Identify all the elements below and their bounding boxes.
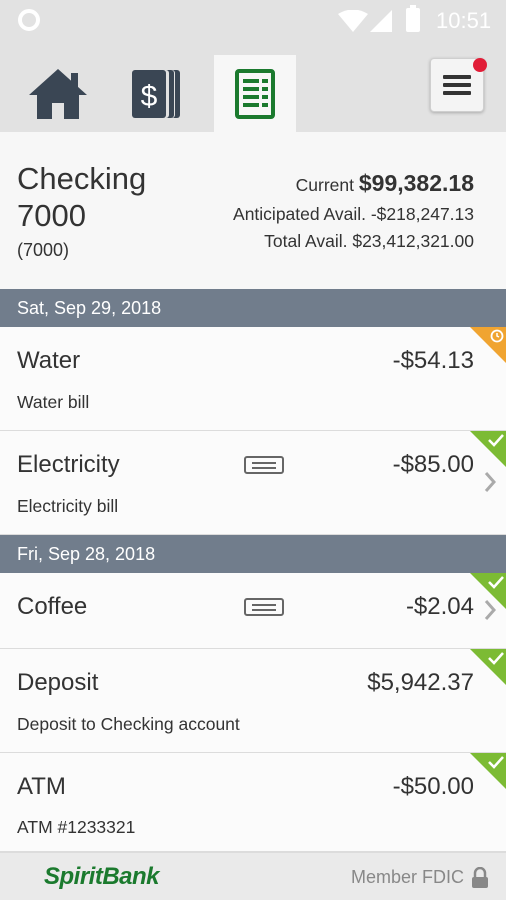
tab-register[interactable]: [214, 55, 296, 132]
hamburger-menu-icon: [443, 75, 471, 95]
checkmark-icon: [488, 576, 504, 589]
clock-icon: [490, 329, 504, 343]
notification-circle-icon: [18, 9, 40, 31]
status-bar: 10:51: [0, 0, 506, 40]
transaction-amount: -$2.04: [405, 593, 474, 620]
battery-icon: [406, 5, 420, 32]
account-name: Checking 7000: [17, 161, 147, 233]
transaction-row[interactable]: Water Water bill -$54.13: [0, 327, 506, 431]
lock-icon: [472, 867, 488, 888]
date-header: Fri, Sep 28, 2018: [0, 535, 506, 573]
transaction-row[interactable]: Electricity Electricity bill -$85.00: [0, 431, 506, 535]
checkmark-icon: [488, 756, 504, 769]
transaction-title: Coffee: [17, 593, 88, 620]
account-summary: Checking 7000 (7000) Current $99,382.18 …: [0, 132, 506, 289]
transaction-amount: $5,942.37: [367, 669, 474, 696]
transaction-amount: -$85.00: [392, 451, 474, 478]
date-header: Sat, Sep 29, 2018: [0, 289, 506, 327]
transaction-amount: -$50.00: [392, 773, 474, 800]
notification-dot: [473, 58, 487, 72]
transaction-description: ATM #1233321: [17, 817, 136, 837]
transaction-description: Deposit to Checking account: [17, 714, 240, 734]
checkmark-icon: [488, 434, 504, 447]
home-icon: [29, 68, 87, 119]
dollar-cards-icon: $: [132, 69, 180, 118]
transaction-title: Electricity: [17, 451, 120, 478]
transaction-description: Water bill: [17, 392, 90, 412]
transaction-title: Deposit: [17, 669, 99, 696]
chevron-right-icon: [484, 472, 496, 492]
checkmark-icon: [488, 652, 504, 665]
footer: SpiritBank Member FDIC: [0, 852, 506, 900]
current-balance-label: Current: [295, 175, 354, 195]
wifi-icon: [338, 10, 368, 32]
cell-signal-icon: [370, 10, 392, 32]
receipt-icon: [244, 598, 284, 616]
transaction-row[interactable]: Coffee -$2.04: [0, 573, 506, 649]
register-list-icon: [235, 68, 275, 119]
total-available-balance: Total Avail. $23,412,321.00: [264, 231, 474, 251]
svg-text:$: $: [141, 80, 158, 113]
transaction-amount: -$54.13: [392, 347, 474, 374]
status-time: 10:51: [436, 8, 492, 33]
transaction-title: Water: [17, 347, 81, 374]
tab-home[interactable]: [17, 55, 99, 132]
member-fdic-label: Member FDIC: [350, 867, 464, 887]
transaction-title: ATM: [17, 773, 66, 800]
account-number: (7000): [17, 240, 70, 260]
spiritbank-logo: SpiritBank: [44, 863, 160, 890]
anticipated-balance: Anticipated Avail. -$218,247.13: [233, 204, 474, 224]
transaction-row[interactable]: ATM ATM #1233321 -$50.00: [0, 753, 506, 852]
transaction-row[interactable]: Deposit Deposit to Checking account $5,9…: [0, 649, 506, 753]
tab-accounts[interactable]: $: [116, 55, 198, 132]
current-balance: Current $99,382.18: [296, 170, 474, 197]
receipt-icon: [244, 456, 284, 474]
current-balance-value: $99,382.18: [358, 170, 474, 196]
transaction-description: Electricity bill: [17, 496, 119, 516]
